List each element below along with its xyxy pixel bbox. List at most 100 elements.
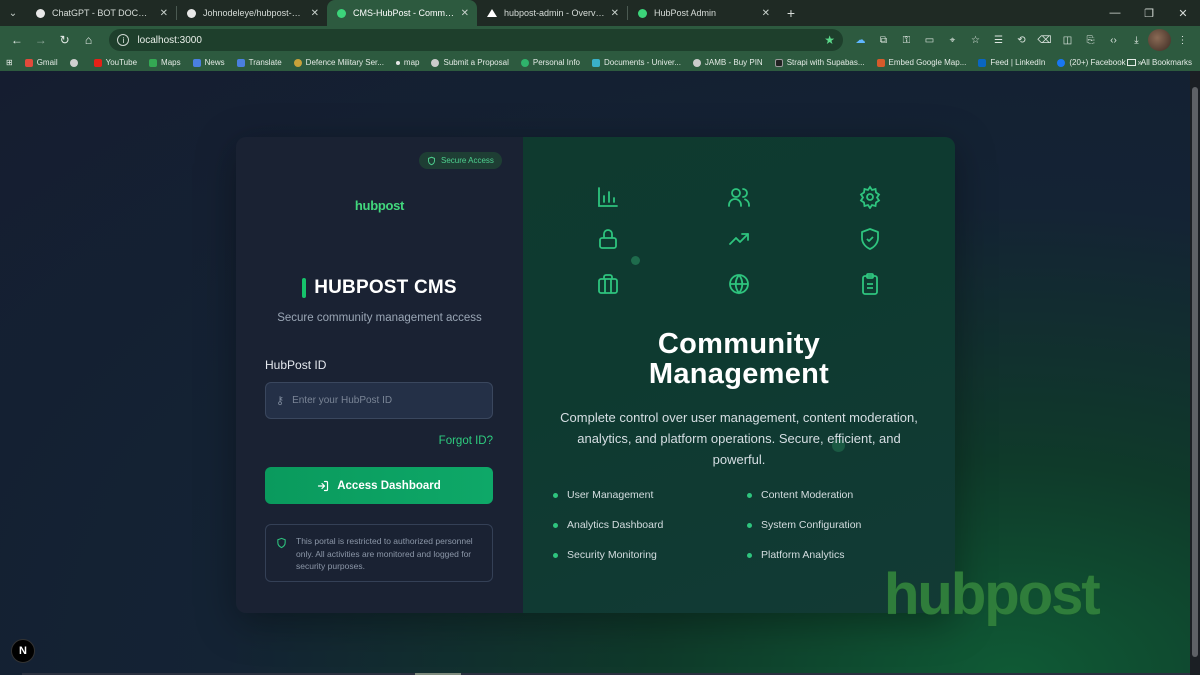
decorative-dot: [631, 256, 640, 265]
bookmark-item[interactable]: YouTube: [93, 58, 137, 67]
bullet-dot: [747, 492, 752, 498]
security-notice: This portal is restricted to authorized …: [265, 524, 493, 582]
apps-grid-icon[interactable]: ⊞: [6, 58, 13, 67]
bookmark-favicon-icon: [431, 58, 440, 67]
bookmark-item[interactable]: Translate: [236, 58, 282, 67]
hubpost-id-field[interactable]: ⚷: [265, 382, 493, 419]
bookmark-item[interactable]: Personal Info: [520, 58, 580, 67]
puzzle-extension-icon[interactable]: ⧉: [872, 29, 895, 51]
bar-chart-icon: [598, 187, 618, 207]
bookmark-favicon-icon: [149, 58, 158, 67]
bookmark-item[interactable]: Submit a Proposal: [431, 58, 509, 67]
bookmark-item[interactable]: Embed Google Map...: [876, 58, 966, 67]
close-tab-icon[interactable]: ✕: [160, 8, 168, 19]
access-dashboard-button[interactable]: Access Dashboard: [265, 467, 493, 504]
tab-search-icon[interactable]: ⌄: [0, 0, 26, 26]
browser-tab[interactable]: ChatGPT - BOT DOCUMENT ✕: [26, 0, 176, 26]
history-extension-icon[interactable]: ⟲: [1010, 29, 1033, 51]
login-panel: Secure Access hubpost HUBPOST CMS Secure…: [236, 137, 523, 613]
bookmark-item[interactable]: [69, 58, 82, 67]
hubpost-id-input[interactable]: [292, 395, 473, 406]
bookmark-label: (20+) Facebook: [1069, 58, 1126, 67]
close-tab-icon[interactable]: ✕: [461, 8, 469, 19]
bookmark-item[interactable]: Strapi with Supabas...: [774, 58, 865, 67]
maximize-icon[interactable]: ❐: [1132, 0, 1166, 26]
close-tab-icon[interactable]: ✕: [611, 8, 619, 19]
feature-item: Security Monitoring: [553, 549, 657, 561]
browser-tab-strip: ⌄ ChatGPT - BOT DOCUMENT ✕ Johnodeleye/h…: [0, 0, 1200, 26]
browser-tab[interactable]: HubPost Admin ✕: [628, 0, 778, 26]
login-subtitle: Secure community management access: [277, 312, 482, 324]
home-icon[interactable]: ⌂: [78, 29, 100, 51]
browser-tab-active[interactable]: CMS-HubPost - Community Ma ✕: [327, 0, 477, 26]
bookmark-favicon-icon: [692, 58, 701, 67]
bookmark-item[interactable]: (20+) Facebook: [1057, 58, 1126, 67]
title-accent-bar: [302, 278, 307, 298]
download-icon[interactable]: ⤓: [1125, 29, 1148, 51]
bookmark-label: Submit a Proposal: [443, 58, 509, 67]
browser-tab[interactable]: hubpost-admin - Overview – Ve ✕: [477, 0, 627, 26]
hubpost-favicon-icon: [337, 8, 346, 18]
bookmark-item[interactable]: Feed | LinkedIn: [978, 58, 1045, 67]
nextjs-dev-indicator[interactable]: N: [11, 639, 35, 663]
site-info-icon[interactable]: i: [117, 34, 130, 46]
promo-title-line: Community: [657, 328, 821, 360]
reader-extension-icon[interactable]: ☰: [987, 29, 1010, 51]
bookmark-favicon-icon: [395, 60, 400, 65]
url-text: localhost:3000: [137, 34, 202, 46]
vertical-scrollbar[interactable]: [1190, 71, 1200, 675]
back-icon[interactable]: ←: [6, 29, 28, 51]
bookmark-item[interactable]: map: [395, 58, 419, 67]
feature-label: System Configuration: [761, 519, 862, 531]
close-tab-icon[interactable]: ✕: [762, 8, 770, 19]
bookmark-item[interactable]: JAMB - Buy PIN: [692, 58, 763, 67]
address-bar[interactable]: i localhost:3000 ★: [109, 29, 843, 51]
users-icon: [728, 188, 750, 207]
scrollbar-thumb[interactable]: [1192, 87, 1198, 657]
hubpost-id-label: HubPost ID: [265, 358, 327, 372]
close-window-icon[interactable]: ✕: [1166, 0, 1200, 26]
forgot-id-link[interactable]: Forgot ID?: [439, 435, 493, 447]
key-icon: ⚷: [276, 395, 285, 407]
cloud-extension-icon[interactable]: ☁: [849, 29, 872, 51]
bullet-dot: [747, 552, 752, 558]
code-extension-icon[interactable]: ‹›: [1102, 29, 1125, 51]
bookmark-item[interactable]: Defence Military Ser...: [293, 58, 384, 67]
pin-extension-icon[interactable]: ⌖: [941, 29, 964, 51]
bookmark-item[interactable]: Maps: [149, 58, 181, 67]
folder-icon: [1126, 59, 1136, 66]
key-extension-icon[interactable]: ⚿: [895, 29, 918, 51]
copy-extension-icon[interactable]: ⎘: [1079, 29, 1102, 51]
star-extension-icon[interactable]: ☆: [964, 29, 987, 51]
menu-icon[interactable]: ⋮: [1171, 29, 1194, 51]
hubpost-watermark-logo: hubpost: [884, 562, 1101, 627]
all-bookmarks[interactable]: All Bookmarks: [1126, 54, 1192, 71]
new-tab-icon[interactable]: +: [778, 0, 804, 26]
tab-title: CMS-HubPost - Community Ma: [353, 8, 455, 18]
bookmark-item[interactable]: Gmail: [24, 58, 58, 67]
card-extension-icon[interactable]: ▭: [918, 29, 941, 51]
minimize-icon[interactable]: —: [1098, 0, 1132, 26]
promo-title: Community Management: [523, 329, 955, 389]
profile-avatar[interactable]: [1147, 29, 1171, 51]
bookmark-favicon-icon: [1057, 58, 1066, 67]
avatar: [1147, 29, 1171, 51]
browser-tab[interactable]: Johnodeleye/hubpost-admin ✕: [177, 0, 327, 26]
close-tab-icon[interactable]: ✕: [311, 8, 319, 19]
tab-title: hubpost-admin - Overview – Ve: [504, 8, 605, 18]
trash-extension-icon[interactable]: ⌫: [1033, 29, 1056, 51]
bookmark-favicon-icon: [24, 58, 33, 67]
github-favicon-icon: [187, 8, 196, 18]
bookmark-item[interactable]: News: [192, 58, 225, 67]
promo-title-line: Management: [648, 358, 830, 390]
promo-panel: Community Management Complete control ov…: [523, 137, 955, 613]
page-title: HUBPOST CMS: [314, 277, 457, 298]
bookmark-label: Defence Military Ser...: [305, 58, 384, 67]
forward-icon[interactable]: →: [30, 29, 52, 51]
bookmark-item[interactable]: Documents - Univer...: [592, 58, 681, 67]
bookmark-star-icon[interactable]: ★: [824, 33, 835, 47]
bookmark-label: Maps: [161, 58, 181, 67]
screenshot-extension-icon[interactable]: ◫: [1056, 29, 1079, 51]
feature-item: Content Moderation: [747, 489, 853, 501]
reload-icon[interactable]: ↻: [54, 29, 76, 51]
